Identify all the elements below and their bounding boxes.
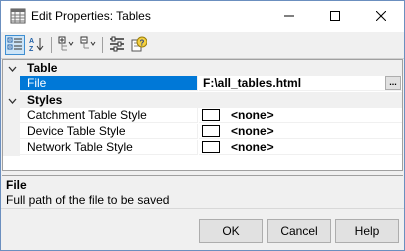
- description-text: Full path of the file to be saved: [6, 193, 170, 207]
- button-bar: OK Cancel Help: [1, 208, 404, 250]
- description-title: File: [6, 178, 27, 192]
- window-title: Edit Properties: Tables: [31, 9, 151, 23]
- help-button[interactable]: Help: [335, 219, 399, 243]
- categorized-icon: [7, 36, 23, 55]
- style-value: <none>: [231, 108, 274, 122]
- grid-app-icon: [10, 8, 26, 24]
- row-gutter: [3, 124, 20, 140]
- property-row-device-style[interactable]: Device Table Style <none>: [3, 124, 402, 140]
- collapse-all-button[interactable]: [78, 35, 98, 55]
- close-button[interactable]: [358, 1, 404, 32]
- style-value: <none>: [231, 140, 274, 154]
- row-gutter: [3, 108, 20, 124]
- alphabetical-sort-button[interactable]: A Z: [27, 35, 47, 55]
- file-path-value[interactable]: F:\all_tables.html: [203, 76, 301, 91]
- expand-all-icon: [58, 36, 74, 55]
- style-swatch: [202, 141, 220, 153]
- maximize-button[interactable]: [312, 1, 358, 32]
- maximize-icon: [330, 10, 340, 24]
- category-table[interactable]: Table: [3, 60, 402, 76]
- close-icon: [375, 10, 387, 24]
- svg-text:A: A: [29, 38, 34, 45]
- category-styles[interactable]: Styles: [3, 92, 402, 108]
- svg-text:Z: Z: [29, 46, 34, 52]
- property-pages-icon: [109, 36, 125, 55]
- style-swatch: [202, 125, 220, 137]
- category-label: Table: [27, 61, 58, 75]
- collapse-all-icon: [80, 36, 96, 55]
- category-label: Styles: [27, 93, 63, 107]
- property-value[interactable]: <none>: [199, 108, 402, 123]
- row-gutter: [3, 76, 20, 92]
- ok-button[interactable]: OK: [199, 219, 263, 243]
- svg-text:?: ?: [140, 38, 145, 47]
- help-toolbar-button[interactable]: ?: [129, 35, 149, 55]
- property-row-network-style[interactable]: Network Table Style <none>: [3, 140, 402, 156]
- edit-properties-window: Edit Properties: Tables A Z ? Table File…: [0, 0, 405, 251]
- toolbar-separator: [102, 37, 103, 53]
- property-value[interactable]: <none>: [199, 124, 402, 139]
- expand-all-button[interactable]: [56, 35, 76, 55]
- style-swatch: [202, 109, 220, 121]
- categorized-view-button[interactable]: [5, 35, 25, 55]
- property-row-file[interactable]: File F:\all_tables.html ...: [3, 76, 402, 92]
- toolbar-separator: [51, 37, 52, 53]
- sort-az-icon: A Z: [29, 36, 45, 55]
- toolbar: A Z ?: [1, 32, 404, 59]
- style-value: <none>: [231, 124, 274, 138]
- property-name[interactable]: Network Table Style: [20, 140, 198, 155]
- row-gutter: [3, 140, 20, 156]
- collapse-chevron-icon[interactable]: [8, 62, 17, 72]
- property-name[interactable]: Device Table Style: [20, 124, 198, 139]
- minimize-icon: [284, 10, 294, 24]
- minimize-button[interactable]: [266, 1, 312, 32]
- property-pages-button[interactable]: [107, 35, 127, 55]
- browse-button[interactable]: ...: [385, 76, 401, 90]
- cancel-button[interactable]: Cancel: [267, 219, 331, 243]
- property-name[interactable]: File: [20, 76, 198, 91]
- property-value[interactable]: <none>: [199, 140, 402, 155]
- title-bar[interactable]: Edit Properties: Tables: [1, 1, 404, 32]
- property-name[interactable]: Catchment Table Style: [20, 108, 198, 123]
- description-panel: File Full path of the file to be saved: [2, 175, 403, 208]
- help-icon: ?: [131, 36, 148, 55]
- collapse-chevron-icon[interactable]: [8, 94, 17, 104]
- property-grid: Table File F:\all_tables.html ... Styles…: [2, 59, 403, 171]
- property-value-file[interactable]: F:\all_tables.html ...: [199, 76, 402, 91]
- property-row-catchment-style[interactable]: Catchment Table Style <none>: [3, 108, 402, 124]
